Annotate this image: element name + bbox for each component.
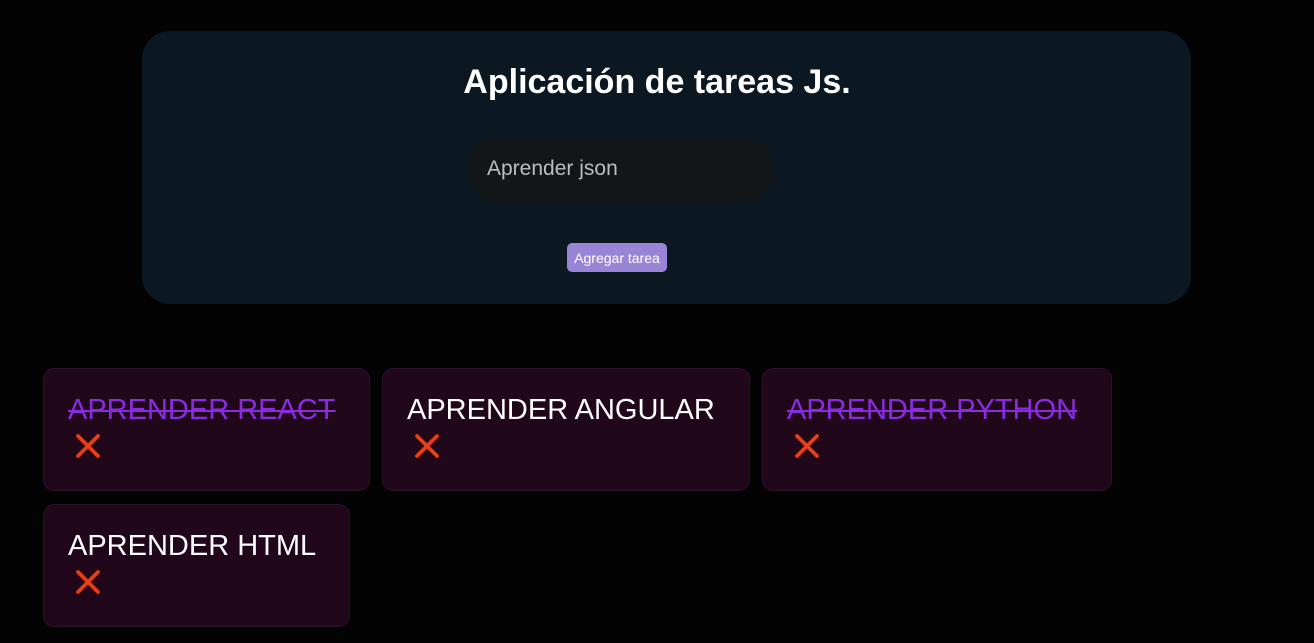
delete-icon[interactable] xyxy=(793,432,821,460)
task-input[interactable] xyxy=(467,137,774,201)
task-card[interactable]: APRENDER REACT xyxy=(43,368,370,491)
task-text[interactable]: APRENDER PYTHON xyxy=(787,392,1087,428)
add-task-button[interactable]: Agregar tarea xyxy=(567,243,667,272)
delete-icon[interactable] xyxy=(413,432,441,460)
task-text[interactable]: APRENDER HTML xyxy=(68,528,325,564)
task-card[interactable]: APRENDER HTML xyxy=(43,504,350,627)
edge-glyph: : xyxy=(0,35,1,50)
task-text[interactable]: APRENDER ANGULAR xyxy=(407,392,725,428)
task-card[interactable]: APRENDER PYTHON xyxy=(762,368,1112,491)
delete-icon[interactable] xyxy=(74,432,102,460)
delete-icon[interactable] xyxy=(74,568,102,596)
task-card[interactable]: APRENDER ANGULAR xyxy=(382,368,750,491)
task-text[interactable]: APRENDER REACT xyxy=(68,392,345,428)
page-title: Aplicación de tareas Js. xyxy=(463,63,851,101)
